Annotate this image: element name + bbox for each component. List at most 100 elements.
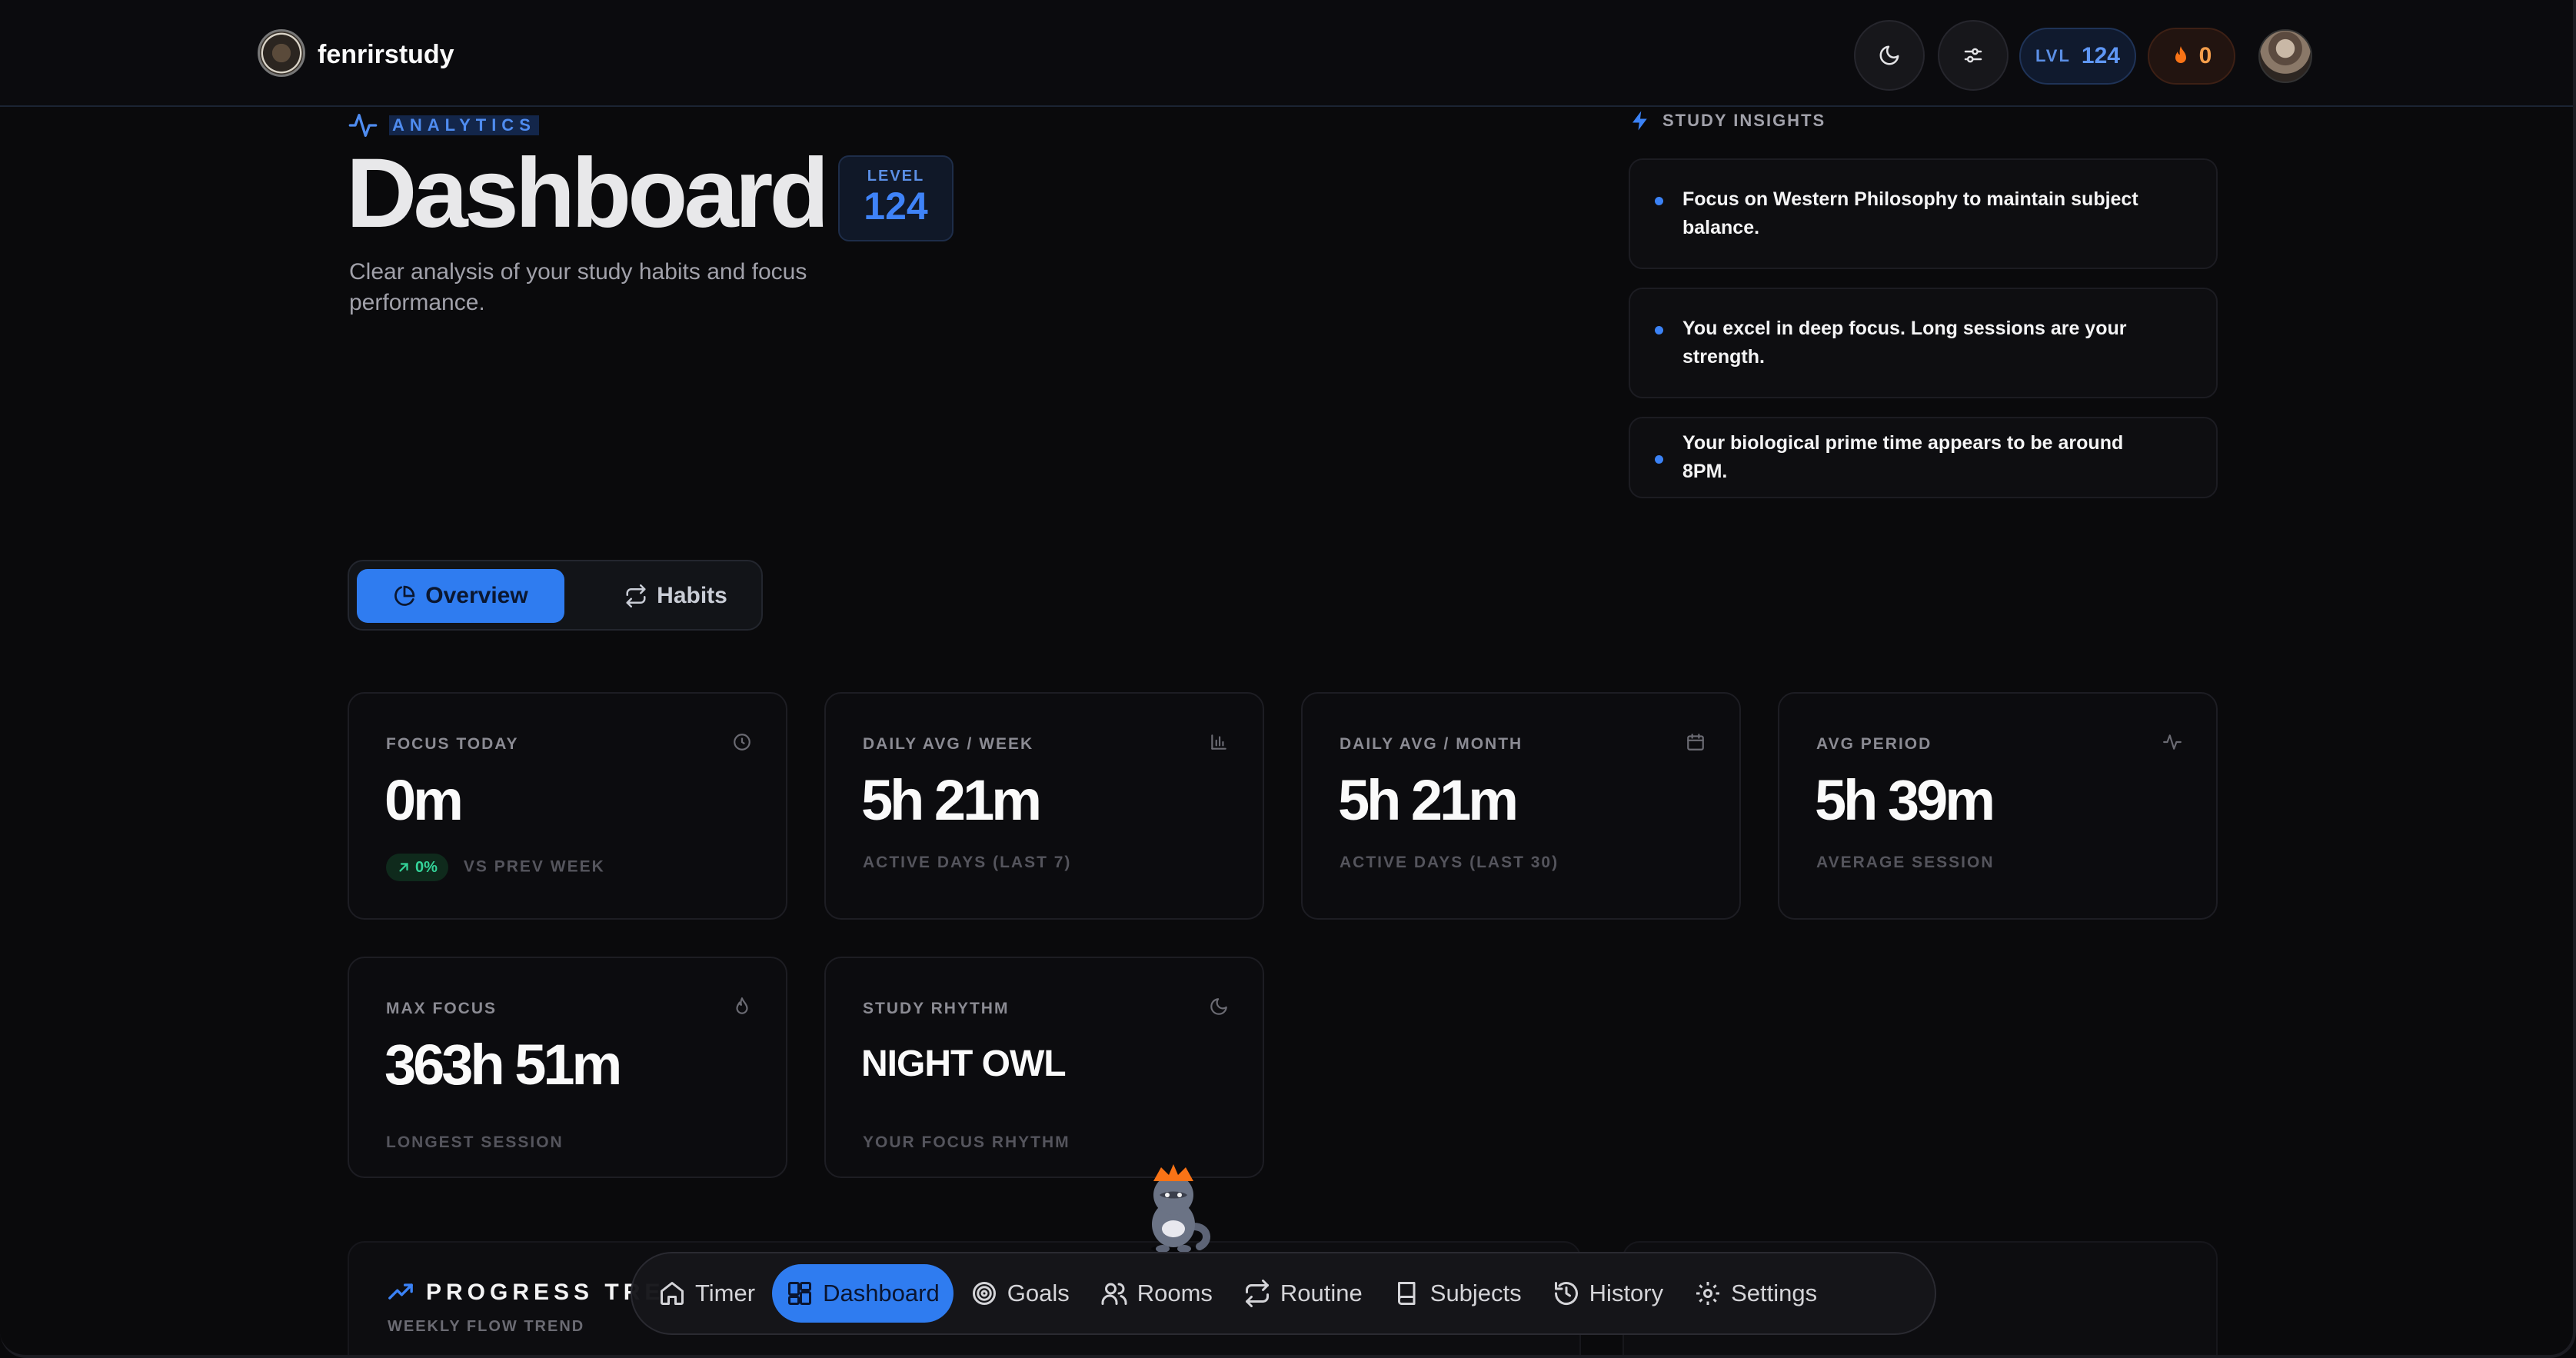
- target-icon: [972, 1282, 996, 1305]
- view-tabs: Overview Habits: [348, 560, 763, 631]
- brand-logo[interactable]: [258, 29, 305, 77]
- nav-label: Dashboard: [823, 1280, 940, 1306]
- level-box-label: LEVEL: [867, 168, 925, 185]
- progress-trend-subtitle: WEEKLY FLOW TREND: [388, 1318, 585, 1335]
- users-icon: [1101, 1283, 1127, 1305]
- pie-chart-icon: [394, 585, 415, 606]
- bullet-dot: [1655, 326, 1663, 335]
- bullet-dot: [1655, 455, 1663, 464]
- history-icon: [1554, 1282, 1578, 1306]
- nav-label: Subjects: [1429, 1280, 1522, 1306]
- stat-card-daily-avg-week: DAILY AVG / WEEK 5h 21m ACTIVE DAYS (LAS…: [824, 692, 1264, 920]
- app-window: fenrirstudy LVL 124 0 ANALYTICS Dashboar…: [0, 0, 2576, 1358]
- home-icon: [661, 1282, 684, 1305]
- tab-overview[interactable]: Overview: [357, 569, 564, 623]
- stat-value: NIGHT OWL: [861, 1043, 1067, 1084]
- top-header: fenrirstudy LVL 124 0: [0, 0, 2573, 107]
- clock-icon: [734, 734, 751, 751]
- stat-card-focus-today: FOCUS TODAY 0m 0% VS PREV WEEK: [348, 692, 787, 920]
- stat-value: 5h 21m: [1338, 768, 1519, 832]
- mascot-raccoon-icon[interactable]: [1132, 1153, 1216, 1253]
- stat-footer-text: AVERAGE SESSION: [1816, 854, 1995, 871]
- tab-habits[interactable]: Habits: [603, 569, 749, 623]
- nav-item-routine[interactable]: Routine: [1230, 1264, 1376, 1323]
- nav-item-history[interactable]: History: [1539, 1264, 1677, 1323]
- stat-value: 363h 51m: [384, 1033, 622, 1097]
- nav-item-subjects[interactable]: Subjects: [1380, 1264, 1536, 1323]
- stat-label: AVG PERIOD: [1816, 735, 1932, 753]
- stat-footer-text: YOUR FOCUS RHYTHM: [863, 1133, 1070, 1151]
- progress-trend-title: PROGRESS TRE: [426, 1280, 665, 1305]
- nav-item-rooms[interactable]: Rooms: [1087, 1264, 1226, 1323]
- lightning-icon: [1632, 111, 1647, 131]
- stat-footer-text: VS PREV WEEK: [463, 857, 605, 876]
- stat-value: 0m: [384, 768, 464, 832]
- level-box: LEVEL 124: [838, 155, 954, 241]
- stat-label: DAILY AVG / MONTH: [1340, 735, 1523, 753]
- moon-icon: [1210, 998, 1227, 1015]
- streak-pill[interactable]: 0: [2148, 28, 2235, 85]
- stat-card-avg-period: AVG PERIOD 5h 39m AVERAGE SESSION: [1778, 692, 2218, 920]
- stat-label: STUDY RHYTHM: [863, 1000, 1010, 1017]
- stat-card-study-rhythm: STUDY RHYTHM NIGHT OWL YOUR FOCUS RHYTHM: [824, 957, 1264, 1178]
- nav-label: Rooms: [1137, 1280, 1213, 1306]
- analytics-eyebrow: ANALYTICS: [348, 110, 539, 141]
- theme-toggle-button[interactable]: [1854, 20, 1925, 91]
- stat-footer-text: ACTIVE DAYS (LAST 7): [863, 854, 1072, 871]
- level-box-value: 124: [864, 185, 928, 228]
- nav-label: Routine: [1280, 1280, 1363, 1306]
- bar-chart-icon: [1211, 734, 1226, 750]
- insight-text: You excel in deep focus. Long sessions a…: [1682, 318, 2127, 368]
- insight-card: Your biological prime time appears to be…: [1629, 417, 2218, 498]
- level-pill-label: LVL: [2035, 46, 2071, 65]
- stat-footer-text: LONGEST SESSION: [386, 1133, 564, 1151]
- flame-icon: [736, 997, 748, 1014]
- stat-footer: 0% VS PREV WEEK: [386, 854, 605, 881]
- insight-card: Focus on Western Philosophy to maintain …: [1629, 158, 2218, 269]
- bottom-navigation: Timer Dashboard Goals Rooms Routine Subj…: [631, 1252, 1936, 1335]
- calendar-icon: [1687, 734, 1704, 751]
- book-icon: [1397, 1282, 1416, 1305]
- insight-text: Focus on Western Philosophy to maintain …: [1682, 188, 2138, 238]
- insight-card: You excel in deep focus. Long sessions a…: [1629, 288, 2218, 398]
- activity-icon: [2163, 734, 2182, 750]
- stat-footer-text: ACTIVE DAYS (LAST 30): [1340, 854, 1559, 871]
- stat-label: DAILY AVG / WEEK: [863, 735, 1034, 753]
- nav-item-dashboard[interactable]: Dashboard: [772, 1264, 954, 1323]
- bullet-dot: [1655, 197, 1663, 205]
- progress-trend-heading: PROGRESS TRE: [388, 1280, 664, 1306]
- user-avatar[interactable]: [2258, 29, 2312, 83]
- repeat-icon: [626, 584, 646, 607]
- level-pill[interactable]: LVL 124: [2019, 28, 2136, 85]
- flame-icon: [2175, 46, 2186, 63]
- brand-name[interactable]: fenrirstudy: [318, 40, 454, 70]
- stat-label: FOCUS TODAY: [386, 735, 519, 753]
- nav-item-goals[interactable]: Goals: [957, 1264, 1083, 1323]
- trend-badge: 0%: [386, 854, 448, 881]
- moon-icon: [1879, 45, 1899, 65]
- nav-label: History: [1589, 1280, 1664, 1306]
- tab-label: Habits: [657, 583, 727, 608]
- insight-text: Your biological prime time appears to be…: [1682, 432, 2124, 482]
- nav-label: Goals: [1007, 1280, 1070, 1306]
- trending-up-icon: [388, 1283, 413, 1300]
- eyebrow-text: ANALYTICS: [389, 115, 539, 135]
- activity-icon: [348, 114, 378, 137]
- nav-label: Timer: [695, 1280, 756, 1306]
- grid-icon: [788, 1282, 812, 1305]
- insights-title: STUDY INSIGHTS: [1662, 111, 1826, 130]
- tab-label: Overview: [425, 583, 528, 608]
- stat-value: 5h 21m: [861, 768, 1042, 832]
- filters-button[interactable]: [1938, 20, 2009, 91]
- nav-item-timer[interactable]: Timer: [644, 1264, 769, 1323]
- stat-card-max-focus: MAX FOCUS 363h 51m LONGEST SESSION: [348, 957, 787, 1178]
- sliders-icon: [1964, 48, 1982, 63]
- streak-value: 0: [2198, 43, 2212, 68]
- nav-label: Settings: [1731, 1280, 1818, 1306]
- page-title: Dashboard: [346, 138, 830, 248]
- arrow-up-right-icon: [399, 863, 408, 872]
- repeat-icon: [1245, 1280, 1269, 1307]
- stat-card-daily-avg-month: DAILY AVG / MONTH 5h 21m ACTIVE DAYS (LA…: [1301, 692, 1741, 920]
- nav-item-settings[interactable]: Settings: [1680, 1264, 1831, 1323]
- stat-label: MAX FOCUS: [386, 1000, 497, 1017]
